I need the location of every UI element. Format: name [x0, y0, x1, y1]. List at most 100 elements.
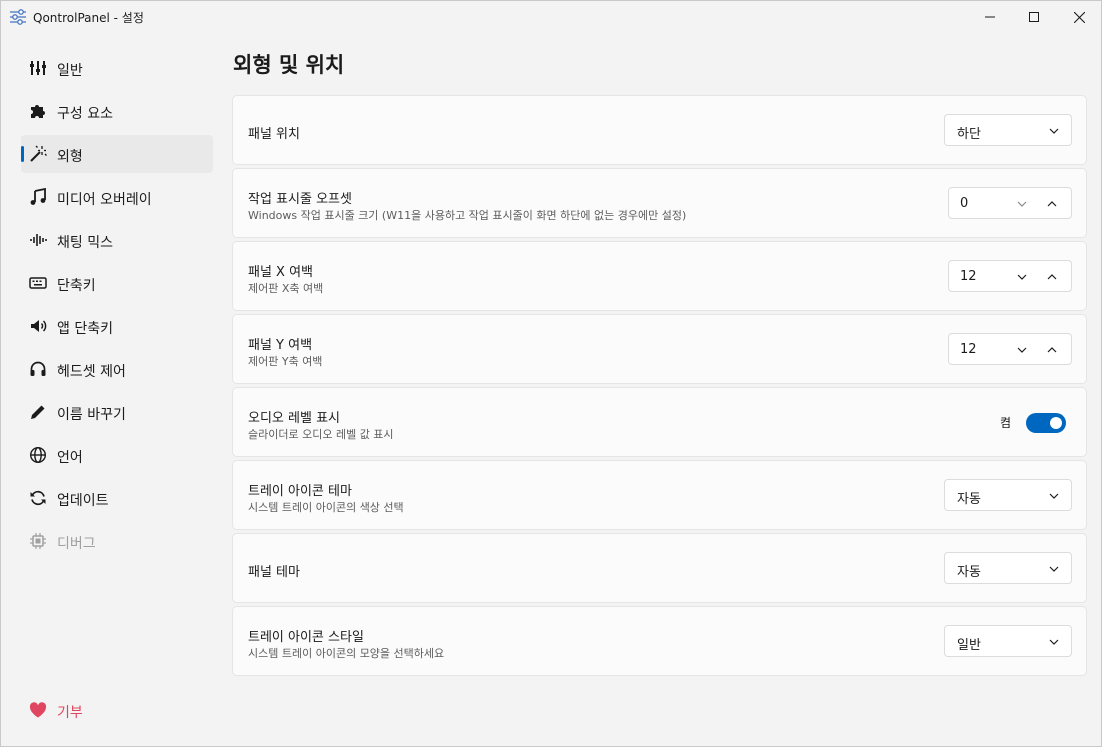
sidebar-item-label: 언어 — [57, 450, 83, 466]
chip-icon — [30, 533, 46, 549]
spin-decrement-button[interactable] — [1011, 342, 1033, 358]
sidebar-item-label: 이름 바꾸기 — [57, 407, 126, 423]
sidebar-item-rename[interactable]: 이름 바꾸기 — [21, 393, 213, 431]
sidebar-item-update[interactable]: 업데이트 — [21, 479, 213, 517]
sidebar-item-label: 구성 요소 — [57, 106, 113, 122]
chevron-down-icon — [1049, 566, 1059, 572]
sidebar-item-donate[interactable]: 기부 — [21, 691, 213, 729]
sidebar-item-components[interactable]: 구성 요소 — [21, 92, 213, 130]
spin-decrement-button[interactable] — [1011, 196, 1033, 212]
setting-description: 제어판 X축 여백 — [248, 282, 324, 295]
speaker-icon — [31, 320, 47, 332]
chevron-down-icon — [1049, 493, 1059, 499]
spin-increment-button[interactable] — [1041, 342, 1063, 358]
setting-card-tray-icon-style: 트레이 아이콘 스타일 시스템 트레이 아이콘의 모양을 선택하세요 일반 — [232, 606, 1087, 676]
panel-position-combobox[interactable]: 하단 — [944, 114, 1072, 146]
setting-card-panel-theme: 패널 테마 자동 — [232, 533, 1087, 603]
close-button[interactable] — [1056, 1, 1102, 33]
minimize-icon — [985, 16, 995, 18]
sidebar-item-app-shortcuts[interactable]: 앱 단축키 — [21, 307, 213, 345]
active-indicator — [21, 146, 24, 162]
sidebar-item-appearance[interactable]: 외형 — [21, 135, 213, 173]
chevron-down-icon — [1017, 201, 1027, 207]
maximize-icon — [1029, 12, 1039, 22]
minimize-button[interactable] — [967, 1, 1013, 33]
sidebar-item-label: 디버그 — [57, 536, 96, 552]
spin-increment-button[interactable] — [1041, 196, 1063, 212]
sidebar-item-label: 외형 — [57, 149, 83, 165]
title-bar: QontrolPanel - 설정 — [1, 1, 1101, 33]
waveform-icon — [30, 234, 47, 246]
tray-icon-theme-combobox[interactable]: 자동 — [944, 479, 1072, 511]
sidebar-item-headset-control[interactable]: 헤드셋 제어 — [21, 350, 213, 388]
setting-card-panel-x-margin: 패널 X 여백 제어판 X축 여백 12 — [232, 241, 1087, 311]
chevron-down-icon — [1017, 347, 1027, 353]
setting-card-tray-icon-theme: 트레이 아이콘 테마 시스템 트레이 아이콘의 색상 선택 자동 — [232, 460, 1087, 530]
sidebar-item-media-overlay[interactable]: 미디어 오버레이 — [21, 178, 213, 216]
sidebar-item-language[interactable]: 언어 — [21, 436, 213, 474]
chevron-down-icon — [1049, 639, 1059, 645]
app-sliders-icon — [10, 9, 26, 25]
spin-value: 12 — [960, 342, 977, 357]
sidebar-item-chat-mix[interactable]: 채팅 믹스 — [21, 221, 213, 259]
combo-value: 하단 — [957, 127, 981, 142]
panel-y-margin-spinbox[interactable]: 12 — [948, 333, 1072, 365]
sidebar-item-label: 기부 — [57, 705, 83, 721]
pencil-icon — [31, 405, 45, 419]
combo-value: 자동 — [957, 565, 981, 580]
chevron-down-icon — [1049, 128, 1059, 134]
chevron-up-icon — [1047, 347, 1057, 353]
panel-theme-combobox[interactable]: 자동 — [944, 552, 1072, 584]
setting-card-panel-y-margin: 패널 Y 여백 제어판 Y축 여백 12 — [232, 314, 1087, 384]
sidebar-item-label: 앱 단축키 — [57, 321, 113, 337]
toggle-knob — [1050, 417, 1062, 429]
setting-description: 제어판 Y축 여백 — [248, 355, 323, 368]
setting-title: 패널 Y 여백 — [248, 338, 313, 353]
spin-decrement-button[interactable] — [1011, 269, 1033, 285]
sidebar-item-general[interactable]: 일반 — [21, 49, 213, 87]
sidebar-item-shortcuts[interactable]: 단축키 — [21, 264, 213, 302]
sidebar-item-label: 업데이트 — [57, 493, 109, 509]
spin-value: 0 — [960, 196, 969, 211]
sidebar-item-label: 단축키 — [57, 278, 96, 294]
setting-card-audio-level: 오디오 레벨 표시 슬라이더로 오디오 레벨 값 표시 켬 — [232, 387, 1087, 457]
setting-description: 슬라이더로 오디오 레벨 값 표시 — [248, 428, 394, 441]
chevron-up-icon — [1047, 201, 1057, 207]
sliders-icon — [30, 61, 46, 75]
sidebar-item-label: 채팅 믹스 — [57, 235, 113, 251]
sidebar-item-label: 미디어 오버레이 — [57, 192, 152, 208]
setting-title: 트레이 아이콘 테마 — [248, 484, 352, 499]
setting-description: 시스템 트레이 아이콘의 모양을 선택하세요 — [248, 647, 445, 660]
sidebar-item-debug: 디버그 — [21, 522, 213, 560]
setting-title: 패널 테마 — [248, 565, 300, 580]
sidebar-item-label: 헤드셋 제어 — [57, 364, 126, 380]
setting-description: Windows 작업 표시줄 크기 (W11을 사용하고 작업 표시줄이 화면 … — [248, 209, 687, 222]
magic-wand-icon — [30, 145, 47, 162]
window-title: QontrolPanel - 설정 — [33, 11, 144, 25]
audio-level-toggle[interactable] — [1026, 413, 1066, 433]
setting-title: 트레이 아이콘 스타일 — [248, 630, 364, 645]
spin-increment-button[interactable] — [1041, 269, 1063, 285]
combo-value: 자동 — [957, 492, 981, 507]
setting-title: 작업 표시줄 오프셋 — [248, 192, 352, 207]
setting-title: 패널 X 여백 — [248, 265, 314, 280]
chevron-up-icon — [1047, 274, 1057, 280]
setting-card-taskbar-offset: 작업 표시줄 오프셋 Windows 작업 표시줄 크기 (W11을 사용하고 … — [232, 168, 1087, 238]
panel-x-margin-spinbox[interactable]: 12 — [948, 260, 1072, 292]
setting-card-panel-position: 패널 위치 하단 — [232, 95, 1087, 165]
music-note-icon — [30, 188, 46, 205]
puzzle-icon — [31, 105, 45, 118]
refresh-icon — [30, 490, 46, 506]
spin-value: 12 — [960, 269, 977, 284]
sidebar-item-label: 일반 — [57, 63, 83, 79]
keyboard-icon — [29, 277, 47, 289]
page-title: 외형 및 위치 — [233, 53, 345, 77]
taskbar-offset-spinbox[interactable]: 0 — [948, 187, 1072, 219]
tray-icon-style-combobox[interactable]: 일반 — [944, 625, 1072, 657]
setting-description: 시스템 트레이 아이콘의 색상 선택 — [248, 501, 404, 514]
maximize-button[interactable] — [1011, 1, 1057, 33]
globe-icon — [29, 446, 47, 464]
toggle-state-label: 켬 — [1000, 416, 1012, 430]
setting-title: 패널 위치 — [248, 127, 300, 142]
headset-icon — [30, 361, 46, 376]
